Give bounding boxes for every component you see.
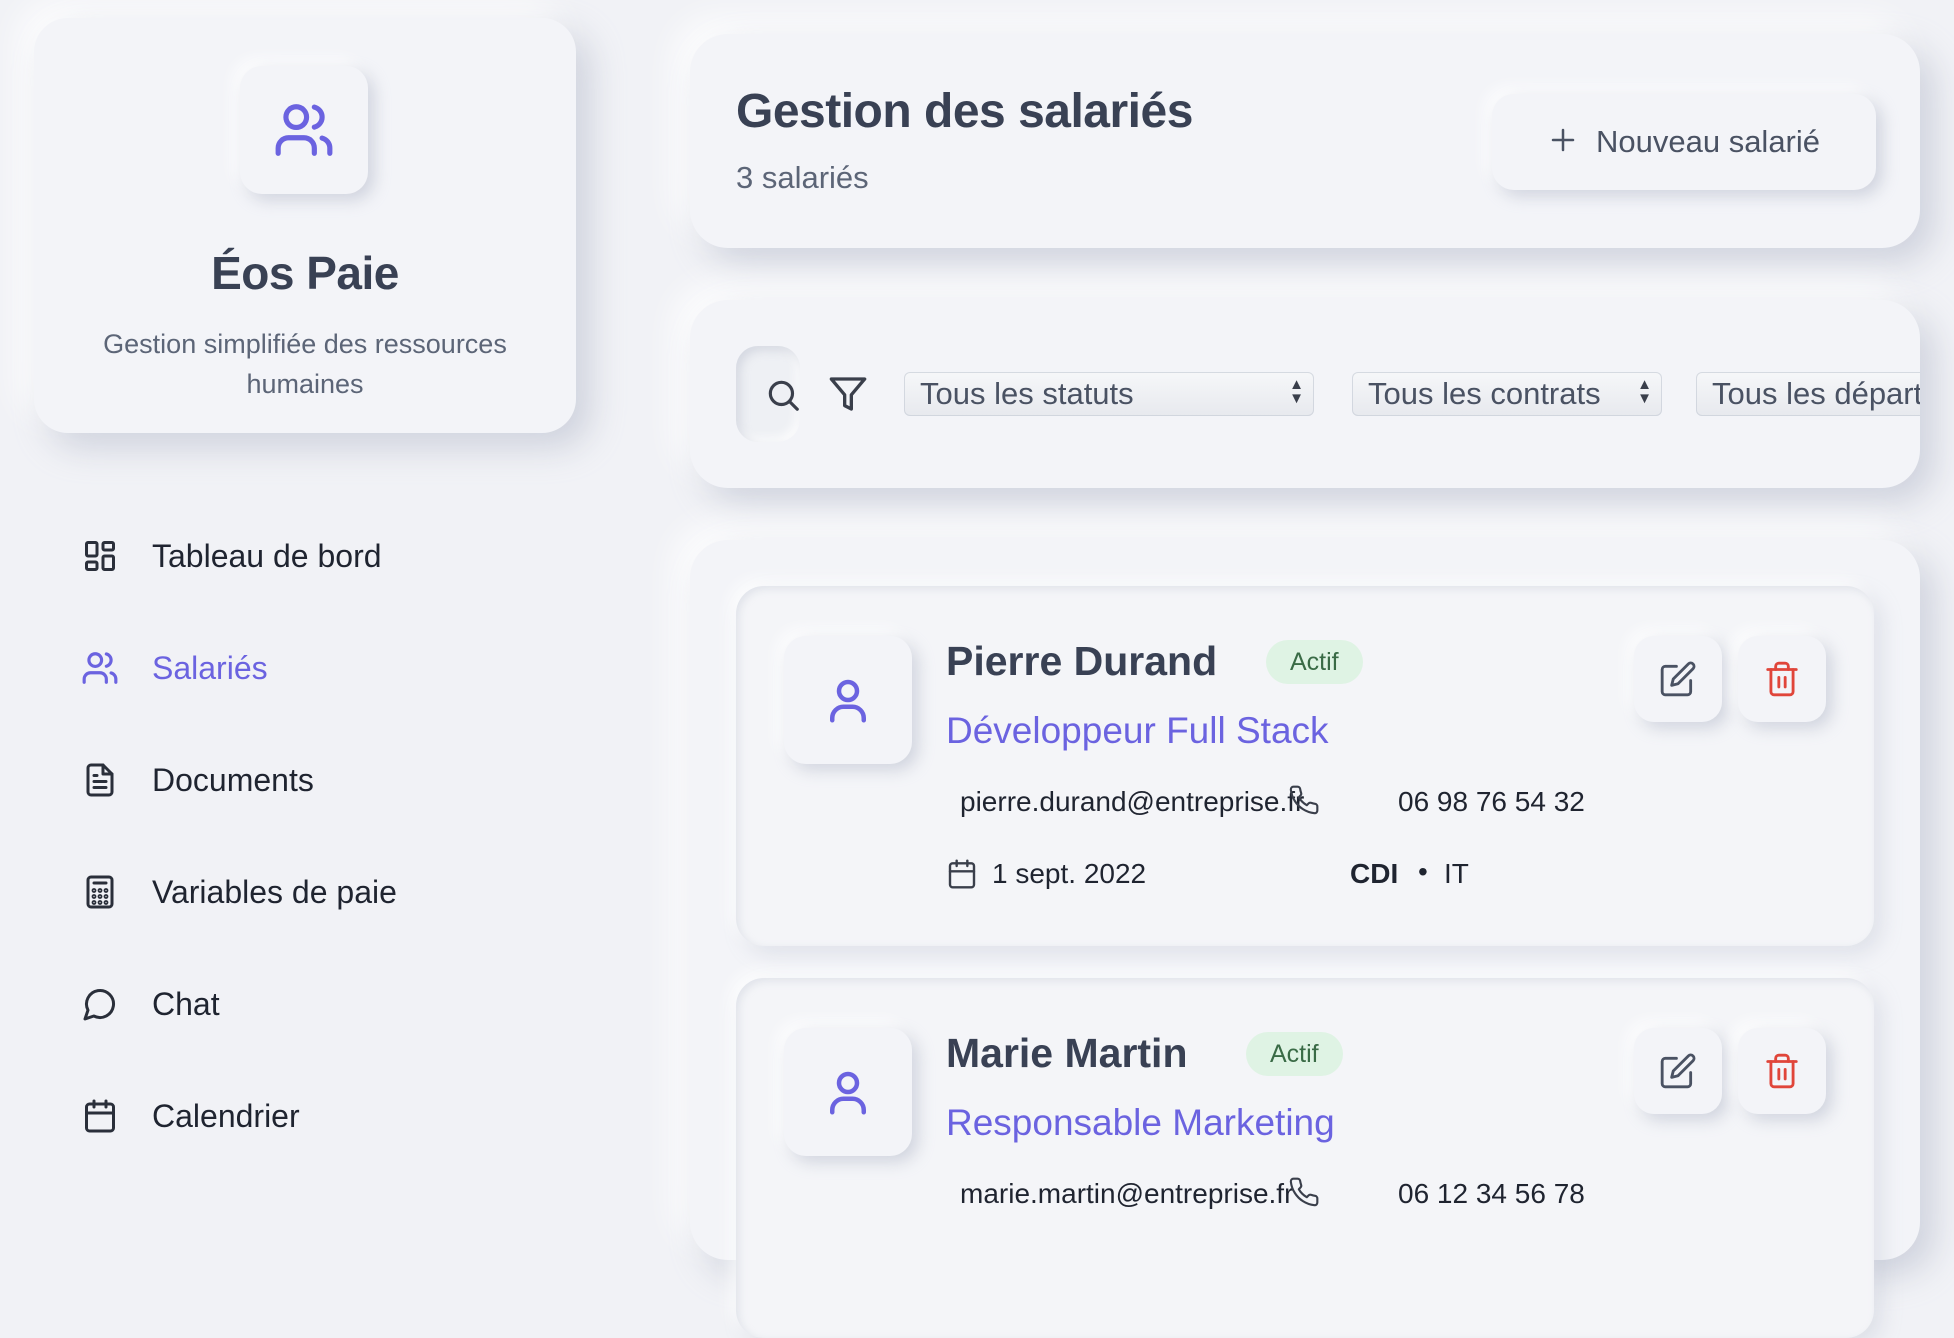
separator-dot: •: [1418, 856, 1428, 887]
sidebar-item-salaries[interactable]: Salariés: [78, 638, 268, 698]
employee-list: Pierre Durand Actif Développeur Full Sta…: [690, 540, 1920, 1338]
document-icon: [78, 758, 122, 802]
sidebar-item-dashboard[interactable]: Tableau de bord: [78, 526, 382, 586]
user-avatar-icon: [784, 636, 912, 764]
users-icon: [240, 66, 368, 194]
users-icon: [78, 646, 122, 690]
department-select-value: Tous les départe: [1712, 376, 1920, 411]
status-badge: Actif: [1266, 640, 1363, 684]
sidebar-item-label: Tableau de bord: [152, 537, 382, 574]
brand-card: Éos Paie Gestion simplifiée des ressourc…: [34, 18, 576, 433]
sidebar-item-label: Documents: [152, 761, 314, 798]
page-header: Gestion des salariés 3 salariés Nouveau …: [690, 34, 1920, 248]
calculator-icon: [78, 870, 122, 914]
search-icon[interactable]: [764, 376, 802, 419]
edit-icon: [1660, 1053, 1696, 1089]
dashboard-grid-icon: [78, 534, 122, 578]
employee-name: Pierre Durand: [946, 638, 1218, 684]
select-arrows-icon: ▲ ▼: [1637, 376, 1652, 407]
phone-icon: [1288, 784, 1320, 821]
user-avatar-icon: [784, 1028, 912, 1156]
employee-department: IT: [1444, 858, 1469, 889]
employee-contract: CDI: [1350, 858, 1399, 889]
employee-phone: 06 12 34 56 78: [1398, 1178, 1585, 1209]
sidebar-item-chat[interactable]: Chat: [78, 974, 220, 1034]
plus-icon: [1548, 120, 1578, 165]
sidebar-item-label: Variables de paie: [152, 873, 397, 910]
status-select[interactable]: Tous les statuts ▲ ▼: [904, 372, 1314, 416]
trash-icon: [1766, 1053, 1798, 1089]
new-employee-label: Nouveau salarié: [1595, 124, 1821, 159]
employee-role: Responsable Marketing: [946, 1102, 1335, 1143]
brand-name: Éos Paie: [211, 247, 399, 299]
delete-button[interactable]: [1738, 636, 1826, 722]
employee-name: Marie Martin: [946, 1030, 1188, 1076]
employee-card[interactable]: Pierre Durand Actif Développeur Full Sta…: [736, 586, 1874, 946]
employee-start-date: 1 sept. 2022: [992, 858, 1147, 889]
edit-button[interactable]: [1634, 636, 1722, 722]
delete-button[interactable]: [1738, 1028, 1826, 1114]
chat-bubble-icon: [78, 982, 122, 1026]
brand-subtitle: Gestion simplifiée des ressources humain…: [103, 329, 507, 399]
sidebar-item-variables-paie[interactable]: Variables de paie: [78, 862, 397, 922]
sidebar-item-calendrier[interactable]: Calendrier: [78, 1086, 300, 1146]
calendar-icon: [78, 1094, 122, 1138]
edit-button[interactable]: [1634, 1028, 1722, 1114]
select-arrows-icon: ▲ ▼: [1289, 376, 1304, 407]
filter-icon[interactable]: [828, 374, 868, 419]
status-select-value: Tous les statuts: [920, 376, 1134, 411]
calendar-icon: [946, 858, 978, 895]
sidebar-item-documents[interactable]: Documents: [78, 750, 314, 810]
sidebar-item-label: Calendrier: [152, 1097, 300, 1134]
new-employee-button[interactable]: Nouveau salarié: [1492, 94, 1876, 190]
page-title: Gestion des salariés: [736, 85, 1193, 138]
trash-icon: [1766, 661, 1798, 697]
employee-role: Développeur Full Stack: [946, 710, 1329, 751]
contract-select[interactable]: Tous les contrats ▲ ▼: [1352, 372, 1662, 416]
filter-bar: Tous les statuts ▲ ▼ Tous les contrats ▲ ▼…: [690, 300, 1920, 488]
employee-phone: 06 98 76 54 32: [1398, 786, 1585, 817]
employee-email[interactable]: pierre.durand@entreprise.fr: [960, 786, 1304, 818]
sidebar-item-label: Salariés: [152, 649, 268, 686]
employee-count: 3 salariés: [736, 160, 869, 195]
employee-email[interactable]: marie.martin@entreprise.fr: [960, 1178, 1293, 1210]
employee-card[interactable]: Marie Martin Actif Responsable Marketing…: [736, 978, 1874, 1338]
department-select[interactable]: Tous les départe: [1696, 372, 1920, 416]
phone-icon: [1288, 1176, 1320, 1213]
edit-icon: [1660, 661, 1696, 697]
status-badge: Actif: [1246, 1032, 1343, 1076]
contract-select-value: Tous les contrats: [1368, 376, 1601, 411]
sidebar-item-label: Chat: [152, 985, 220, 1022]
